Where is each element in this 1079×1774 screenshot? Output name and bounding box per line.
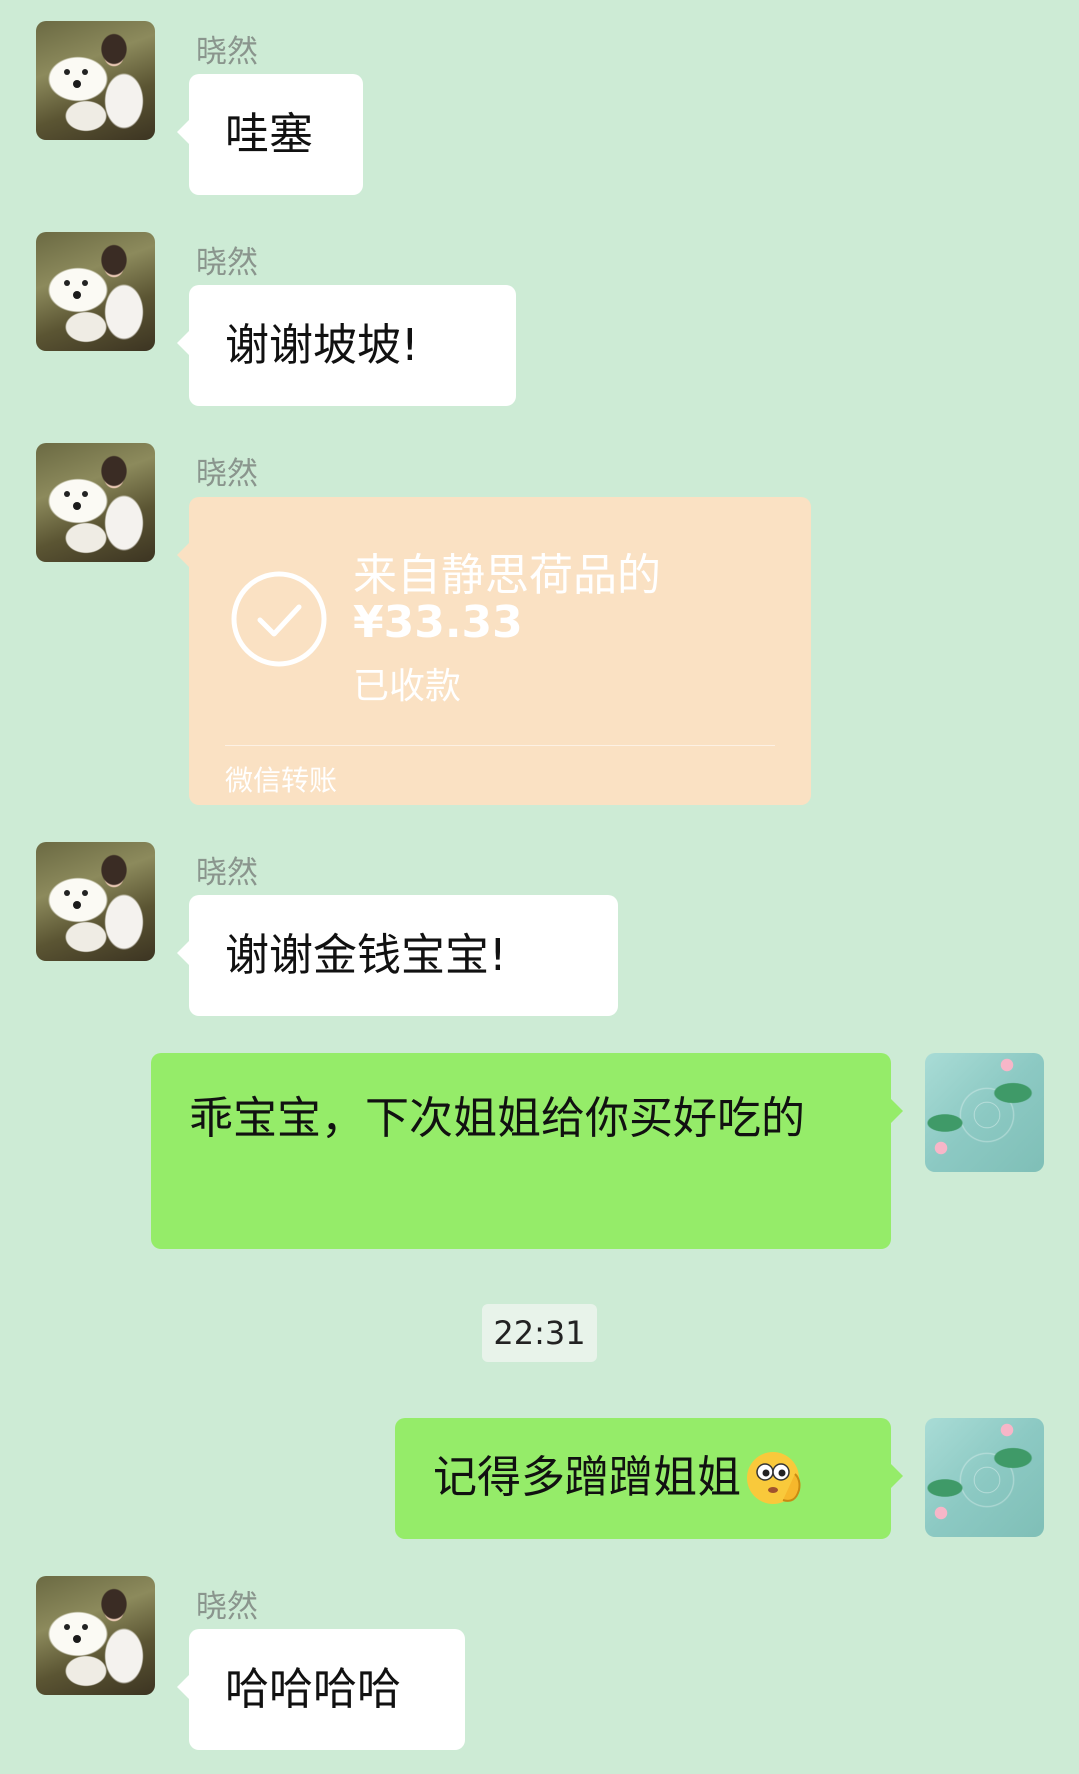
thinking-face-emoji (747, 1452, 801, 1504)
message-bubble-self[interactable]: 记得多蹭蹭姐姐 (395, 1418, 903, 1539)
sender-name: 晓然 (196, 34, 258, 70)
contact-avatar[interactable] (36, 21, 155, 140)
self-avatar[interactable] (925, 1053, 1044, 1172)
divider (225, 745, 775, 746)
contact-avatar[interactable] (36, 232, 155, 351)
sender-name: 晓然 (196, 1589, 258, 1625)
contact-avatar[interactable] (36, 842, 155, 961)
sender-name: 晓然 (196, 855, 258, 891)
message-text: 哇塞 (225, 109, 313, 160)
transfer-card[interactable]: 来自静思荷品的 ¥33.33 已收款 微信转账 (177, 497, 811, 805)
sender-name: 晓然 (196, 245, 258, 281)
message-text: 哈哈哈哈 (225, 1664, 401, 1715)
sender-name: 晓然 (196, 456, 258, 492)
message-bubble[interactable]: 哈哈哈哈 (177, 1629, 465, 1750)
transfer-source-label: 微信转账 (225, 764, 338, 797)
message-text: 谢谢金钱宝宝! (225, 930, 507, 981)
message-bubble[interactable]: 谢谢坡坡! (177, 285, 516, 406)
message-text: 记得多蹭蹭姐姐 (433, 1452, 741, 1503)
message-text: 谢谢坡坡! (225, 320, 419, 371)
self-avatar[interactable] (925, 1418, 1044, 1537)
message-text: 乖宝宝，下次姐姐给你买好吃的 (189, 1093, 805, 1144)
contact-avatar[interactable] (36, 443, 155, 562)
transfer-amount: ¥33.33 (353, 597, 523, 648)
check-circle-icon (231, 571, 327, 667)
contact-avatar[interactable] (36, 1576, 155, 1695)
transfer-title: 来自静思荷品的 (353, 550, 661, 601)
message-bubble[interactable]: 哇塞 (177, 74, 363, 195)
transfer-status: 已收款 (353, 666, 462, 707)
timestamp: 22:31 (482, 1304, 597, 1362)
message-bubble[interactable]: 谢谢金钱宝宝! (177, 895, 618, 1016)
message-bubble-self[interactable]: 乖宝宝，下次姐姐给你买好吃的 (151, 1053, 903, 1249)
